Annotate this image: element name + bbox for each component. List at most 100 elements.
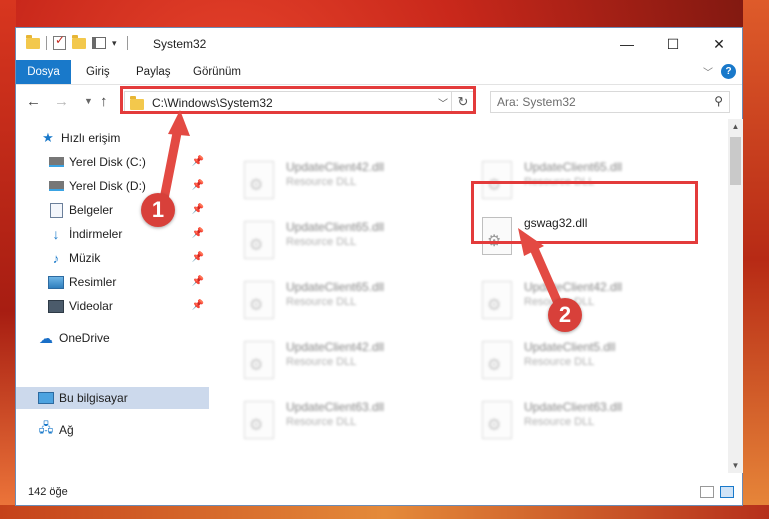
sidebar-item-label: Yerel Disk (D:) — [69, 179, 146, 193]
dll-file-icon: ⚙ — [482, 401, 512, 439]
music-icon: ♪ — [52, 250, 60, 266]
sidebar-item-label: OneDrive — [59, 331, 110, 345]
pin-icon[interactable]: 📌 — [192, 204, 204, 215]
pin-icon[interactable]: 📌 — [192, 252, 204, 263]
sidebar-item-label: Bu bilgisayar — [59, 391, 128, 405]
expand-ribbon-icon[interactable]: ﹀ — [703, 64, 713, 79]
sidebar-item-label: Belgeler — [69, 203, 114, 217]
dll-file-icon: ⚙ — [244, 161, 274, 199]
pin-icon[interactable]: 📌 — [192, 300, 204, 311]
file-name: UpdateClient42.dll — [286, 160, 385, 174]
scroll-up-icon[interactable]: ▲ — [728, 119, 743, 134]
file-item[interactable]: ⚙ UpdateClient63.dll Resource DLL — [472, 395, 702, 445]
window-title: System32 — [153, 37, 207, 51]
videos-icon — [48, 299, 64, 313]
gear-icon: ⚙ — [249, 357, 264, 374]
sidebar-item-onedrive[interactable]: ☁ OneDrive — [16, 327, 209, 349]
help-icon[interactable]: ? — [721, 64, 736, 79]
file-item[interactable]: ⚙ UpdateClient42.dll Resource DLL — [234, 155, 464, 205]
dll-file-icon: ⚙ — [482, 281, 512, 319]
file-type: Resource DLL — [286, 176, 357, 188]
minimize-button[interactable]: — — [604, 28, 650, 60]
address-bar-highlight — [120, 86, 476, 114]
vertical-scrollbar[interactable]: ▲ ▼ — [728, 119, 743, 473]
sidebar-item-label: Müzik — [69, 251, 101, 265]
file-name: UpdateClient63.dll — [286, 400, 385, 414]
sidebar-item-label: Resimler — [69, 275, 117, 289]
gear-icon: ⚙ — [249, 237, 264, 254]
dll-file-icon: ⚙ — [244, 281, 274, 319]
tab-home[interactable]: Giriş — [86, 60, 110, 84]
sidebar-item-local-disk-d[interactable]: Yerel Disk (D:) 📌 — [16, 175, 209, 197]
drive-icon — [48, 179, 64, 193]
back-arrow-icon[interactable]: ← — [26, 93, 41, 110]
file-item[interactable]: ⚙ UpdateClient5.dll Resource DLL — [472, 335, 702, 385]
dll-file-icon: ⚙ — [244, 401, 274, 439]
file-highlight — [471, 181, 698, 244]
file-item[interactable]: ⚙ UpdateClient65.dll Resource DLL — [234, 275, 464, 325]
sidebar-item-music[interactable]: ♪ Müzik 📌 — [16, 247, 209, 269]
details-view-icon[interactable] — [700, 486, 714, 498]
search-box[interactable]: ⚲ — [490, 91, 730, 113]
large-icons-view-icon[interactable] — [720, 486, 734, 498]
sidebar-item-label: Yerel Disk (C:) — [69, 155, 146, 169]
item-count: 142 öğe — [28, 486, 68, 498]
gear-icon: ⚙ — [487, 417, 502, 434]
file-item[interactable]: ⚙ UpdateClient42.dll Resource DLL — [234, 335, 464, 385]
file-name: UpdateClient65.dll — [524, 160, 623, 174]
search-icon[interactable]: ⚲ — [714, 94, 723, 108]
file-name: UpdateClient65.dll — [286, 280, 385, 294]
pin-icon[interactable]: 📌 — [192, 228, 204, 239]
computer-icon — [38, 391, 54, 405]
desktop-background-bottom — [0, 505, 769, 519]
tab-share[interactable]: Paylaş — [136, 60, 171, 84]
sidebar-item-label: İndirmeler — [69, 227, 123, 241]
drive-icon — [48, 155, 64, 169]
step-1-badge: 1 — [141, 193, 175, 227]
sidebar-quick-access[interactable]: ★ Hızlı erişim — [16, 127, 209, 149]
sidebar-item-label: Hızlı erişim — [61, 131, 121, 145]
sidebar-item-this-pc[interactable]: Bu bilgisayar — [16, 387, 209, 409]
new-folder-icon[interactable] — [72, 34, 86, 49]
scroll-down-icon[interactable]: ▼ — [728, 458, 743, 473]
file-item[interactable]: ⚙ UpdateClient65.dll Resource DLL — [234, 215, 464, 265]
sidebar-item-downloads[interactable]: ↓ İndirmeler 📌 — [16, 223, 209, 245]
file-type: Resource DLL — [286, 296, 357, 308]
properties-icon[interactable] — [92, 37, 106, 49]
pin-icon[interactable]: 📌 — [192, 276, 204, 287]
maximize-button[interactable]: ☐ — [650, 28, 696, 60]
sidebar-item-documents[interactable]: Belgeler 📌 — [16, 199, 209, 221]
sidebar-item-videos[interactable]: Videolar 📌 — [16, 295, 209, 317]
gear-icon: ⚙ — [487, 297, 502, 314]
close-button[interactable]: ✕ — [696, 28, 742, 60]
file-type: Resource DLL — [524, 416, 595, 428]
pin-icon[interactable]: 📌 — [192, 180, 204, 191]
file-name: UpdateClient63.dll — [524, 400, 623, 414]
sidebar-item-pictures[interactable]: Resimler 📌 — [16, 271, 209, 293]
window-controls: — ☐ ✕ — [604, 28, 742, 60]
search-input[interactable] — [497, 94, 697, 110]
downloads-icon: ↓ — [52, 226, 60, 242]
properties-check-icon[interactable] — [53, 33, 66, 50]
up-arrow-icon[interactable]: ↑ — [100, 93, 108, 110]
navigation-pane: ★ Hızlı erişim Yerel Disk (C:) 📌 Yerel D… — [16, 119, 209, 473]
desktop-background-left — [0, 0, 16, 519]
file-name: UpdateClient42.dll — [524, 280, 623, 294]
sidebar-item-local-disk-c[interactable]: Yerel Disk (C:) 📌 — [16, 151, 209, 173]
sidebar-item-network[interactable]: 🖧 Ağ — [16, 419, 209, 441]
toolbar-separator — [46, 36, 47, 50]
file-list: ⚙ UpdateClient42.dll Resource DLL ⚙ Upda… — [222, 119, 728, 473]
recent-locations-dropdown-icon[interactable]: ▼ — [84, 96, 93, 106]
customize-toolbar-dropdown-icon[interactable]: ▾ — [112, 38, 117, 49]
pin-icon[interactable]: 📌 — [192, 156, 204, 167]
file-item[interactable]: ⚙ UpdateClient63.dll Resource DLL — [234, 395, 464, 445]
sidebar-item-label: Videolar — [69, 299, 113, 313]
tab-file[interactable]: Dosya — [16, 60, 71, 84]
scrollbar-thumb[interactable] — [730, 137, 741, 185]
tab-view[interactable]: Görünüm — [193, 60, 241, 84]
forward-arrow-icon[interactable]: → — [54, 93, 69, 110]
ribbon-right-controls: ﹀ ? — [703, 64, 736, 79]
file-item[interactable]: ⚙ UpdateClient42.dll Resource DLL — [472, 275, 702, 325]
step-2-badge: 2 — [548, 298, 582, 332]
title-bar: ▾ System32 — ☐ ✕ — [16, 28, 742, 60]
